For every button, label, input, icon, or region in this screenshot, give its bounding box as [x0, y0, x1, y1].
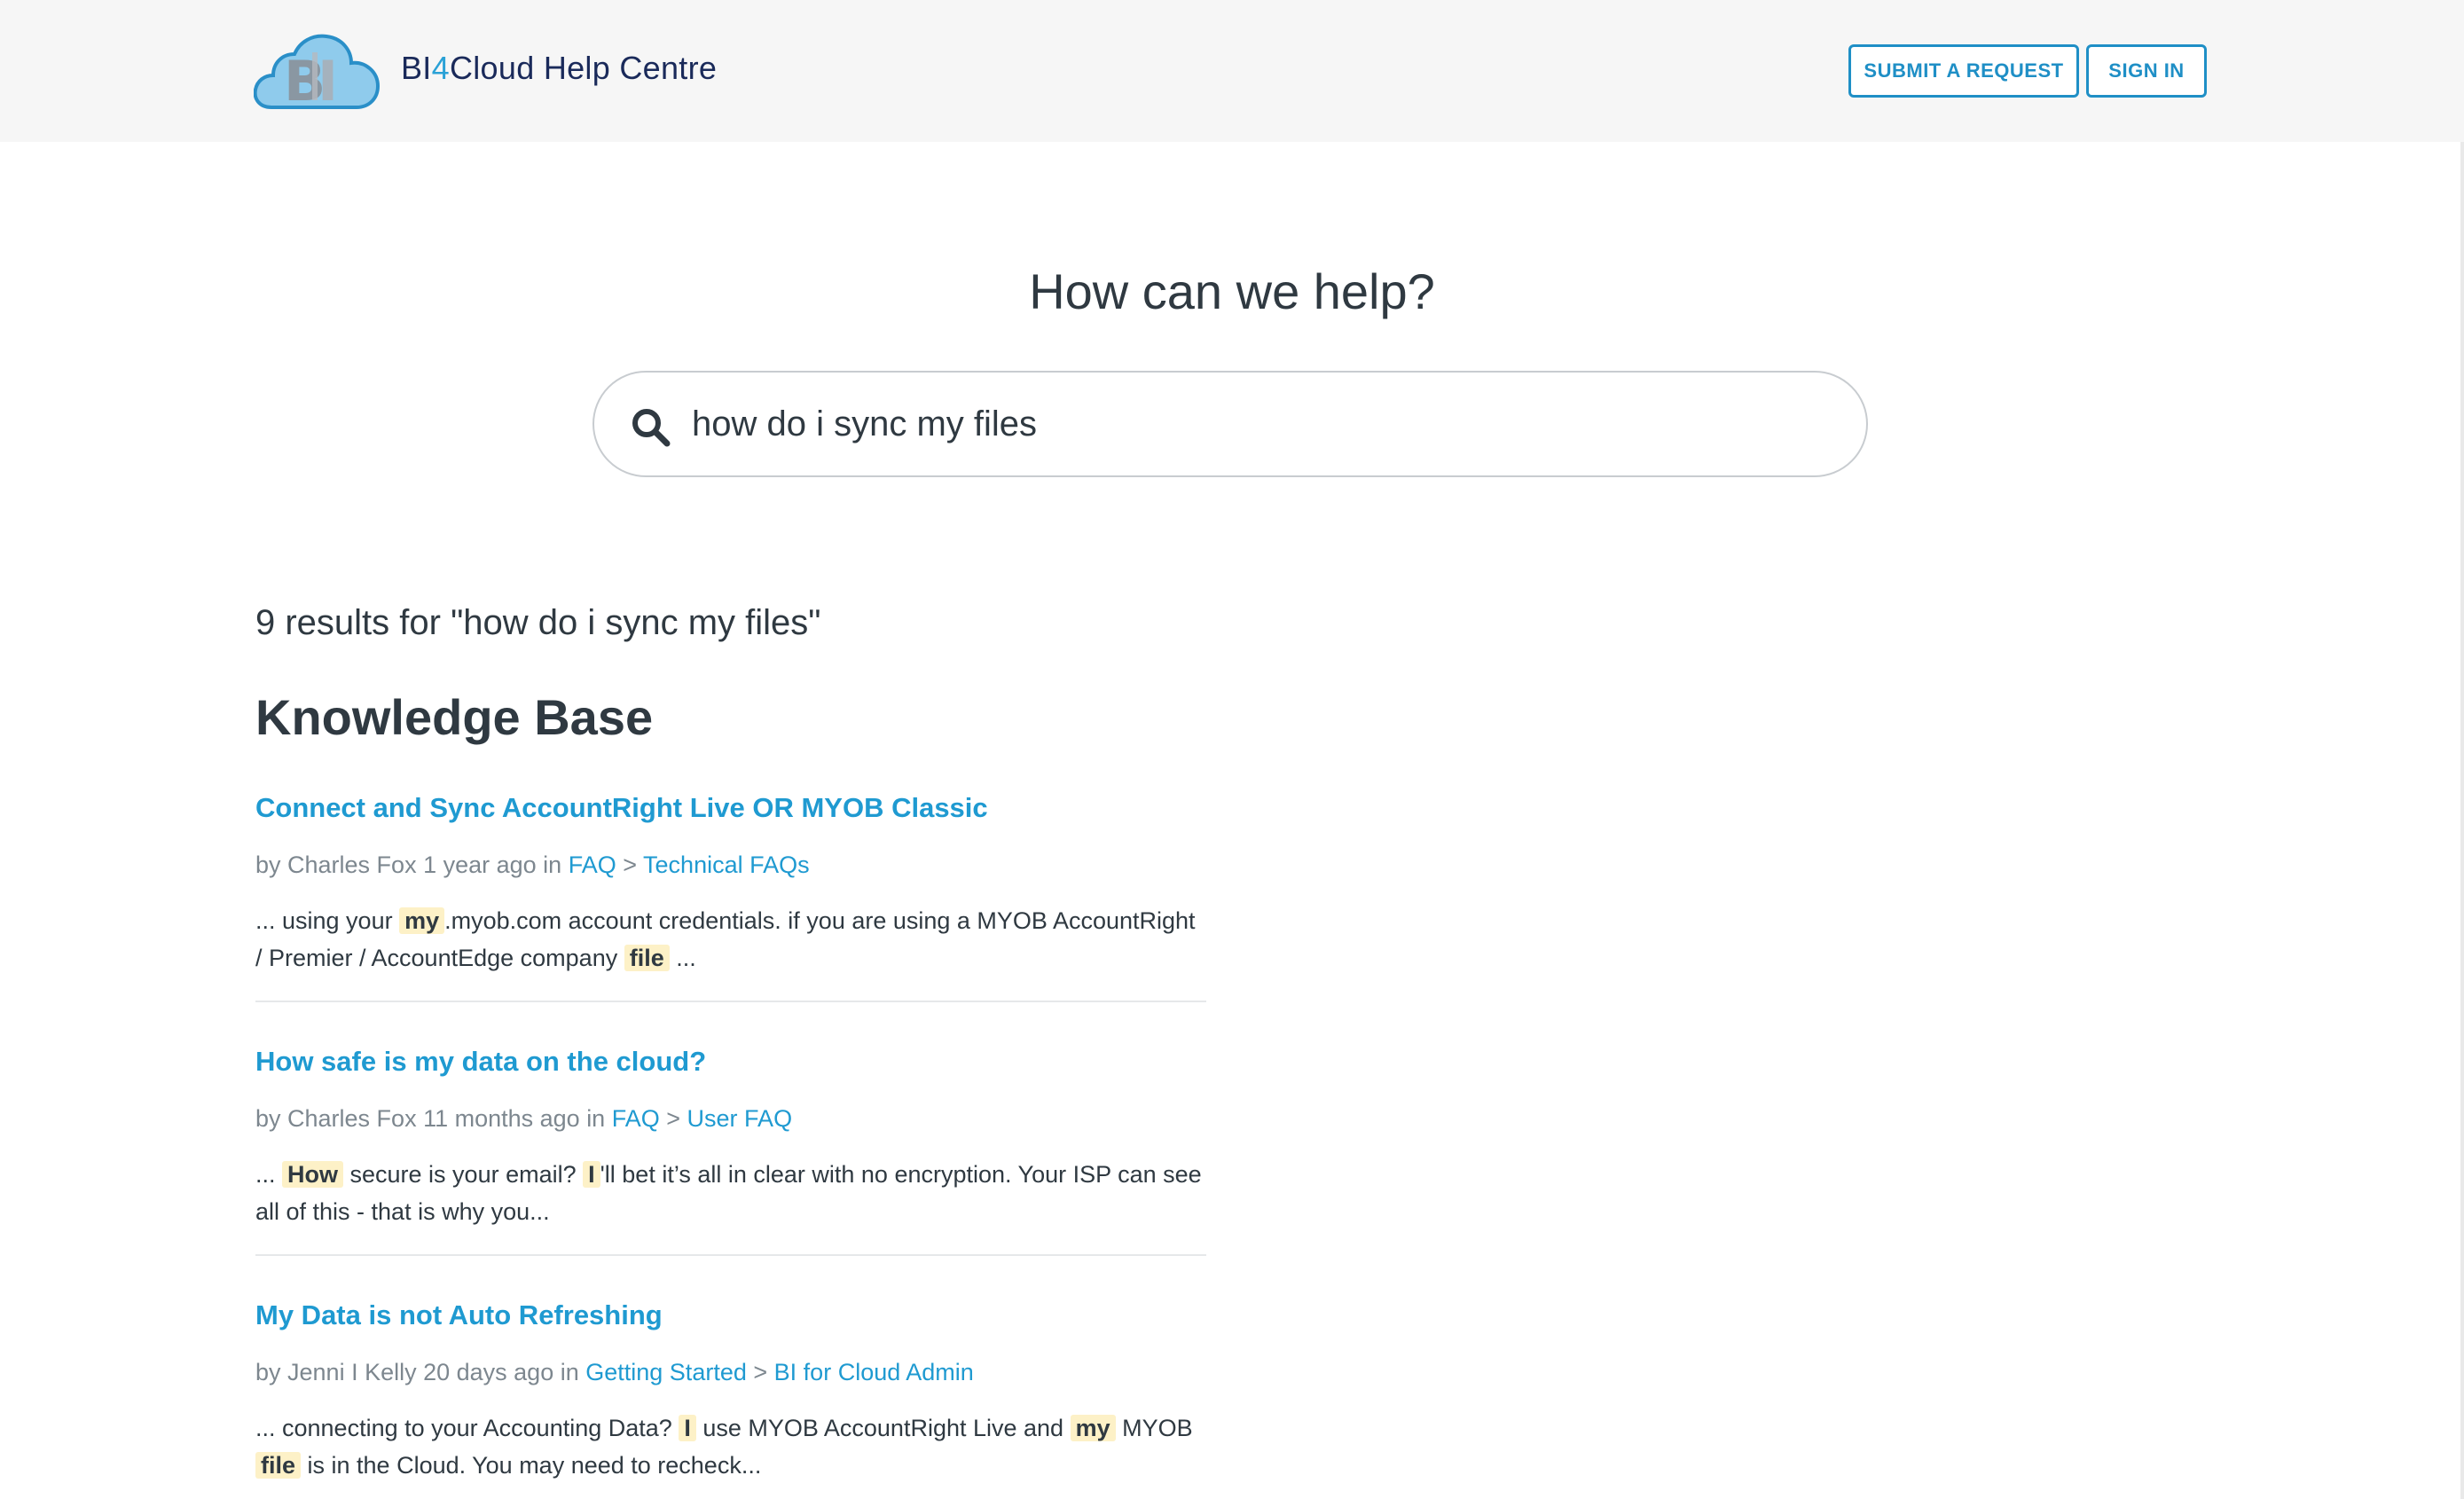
- result-title-link[interactable]: Connect and Sync AccountRight Live OR MY…: [255, 790, 1206, 826]
- snippet-text: ... connecting to your Accounting Data?: [255, 1415, 679, 1441]
- snippet-text: ...: [255, 1161, 283, 1188]
- brand-four: 4: [431, 50, 450, 86]
- result-category-link[interactable]: FAQ: [612, 1105, 660, 1132]
- search-result-item: How safe is my data on the cloud? by Cha…: [255, 1044, 1206, 1230]
- brand-prefix: BI: [401, 50, 432, 86]
- result-section-link[interactable]: Technical FAQs: [643, 852, 810, 878]
- result-meta: by Jenni I Kelly 20 days ago in Getting …: [255, 1354, 1206, 1390]
- result-category-link[interactable]: FAQ: [569, 852, 616, 878]
- result-snippet: ... connecting to your Accounting Data? …: [255, 1409, 1206, 1484]
- section-title: Knowledge Base: [255, 689, 654, 745]
- result-author-date: by Charles Fox 11 months ago in: [255, 1105, 606, 1132]
- snippet-text: ... using your: [255, 907, 400, 934]
- search-icon[interactable]: [630, 406, 671, 447]
- result-author-date: by Jenni I Kelly 20 days ago in: [255, 1359, 579, 1385]
- highlighted-term: I: [583, 1161, 600, 1188]
- snippet-text: ...: [669, 945, 696, 971]
- snippet-text: MYOB: [1115, 1415, 1193, 1441]
- submit-request-button[interactable]: SUBMIT A REQUEST: [1848, 44, 2079, 98]
- result-category-link[interactable]: Getting Started: [585, 1359, 747, 1385]
- brand-suffix: Cloud Help Centre: [449, 50, 718, 86]
- snippet-text: secure is your email?: [343, 1161, 584, 1188]
- highlighted-term: I: [679, 1415, 696, 1441]
- result-title-link[interactable]: How safe is my data on the cloud?: [255, 1044, 1206, 1079]
- brand-name[interactable]: BI4Cloud Help Centre: [401, 50, 717, 87]
- highlighted-term: my: [399, 907, 445, 934]
- scrollbar-track[interactable]: [2460, 142, 2464, 1499]
- search-result-item: Connect and Sync AccountRight Live OR MY…: [255, 790, 1206, 977]
- result-snippet: ... using your my .myob.com account crede…: [255, 902, 1206, 977]
- result-section-link[interactable]: BI for Cloud Admin: [774, 1359, 974, 1385]
- result-divider: [255, 1254, 1206, 1256]
- highlighted-term: file: [624, 945, 670, 971]
- result-section-link[interactable]: User FAQ: [687, 1105, 793, 1132]
- highlighted-term: my: [1070, 1415, 1116, 1441]
- breadcrumb-separator: >: [753, 1359, 768, 1385]
- sign-in-button[interactable]: SIGN IN: [2086, 44, 2207, 98]
- highlighted-term: How: [282, 1161, 344, 1188]
- highlighted-term: file: [255, 1452, 302, 1479]
- svg-text:I: I: [318, 49, 338, 109]
- result-author-date: by Charles Fox 1 year ago in: [255, 852, 562, 878]
- site-header: B I BI4Cloud Help Centre SUBMIT A REQUES…: [0, 0, 2464, 142]
- result-snippet: ... How secure is your email? I'll bet i…: [255, 1156, 1206, 1230]
- results-count: 9 results for "how do i sync my files": [255, 603, 821, 642]
- breadcrumb-separator: >: [666, 1105, 681, 1132]
- breadcrumb-separator: >: [623, 852, 638, 878]
- result-title-link[interactable]: My Data is not Auto Refreshing: [255, 1298, 1206, 1333]
- result-meta: by Charles Fox 1 year ago in FAQ > Techn…: [255, 847, 1206, 883]
- search-input[interactable]: [692, 390, 1827, 458]
- result-meta: by Charles Fox 11 months ago in FAQ > Us…: [255, 1101, 1206, 1136]
- result-divider: [255, 1001, 1206, 1002]
- cloud-logo-icon[interactable]: B I: [254, 33, 380, 109]
- snippet-text: use MYOB AccountRight Live and: [695, 1415, 1071, 1441]
- snippet-text: is in the Cloud. You may need to recheck…: [301, 1452, 762, 1479]
- page-title: How can we help?: [1029, 263, 1435, 319]
- search-box[interactable]: [592, 371, 1868, 477]
- search-result-item: My Data is not Auto Refreshing by Jenni …: [255, 1298, 1206, 1484]
